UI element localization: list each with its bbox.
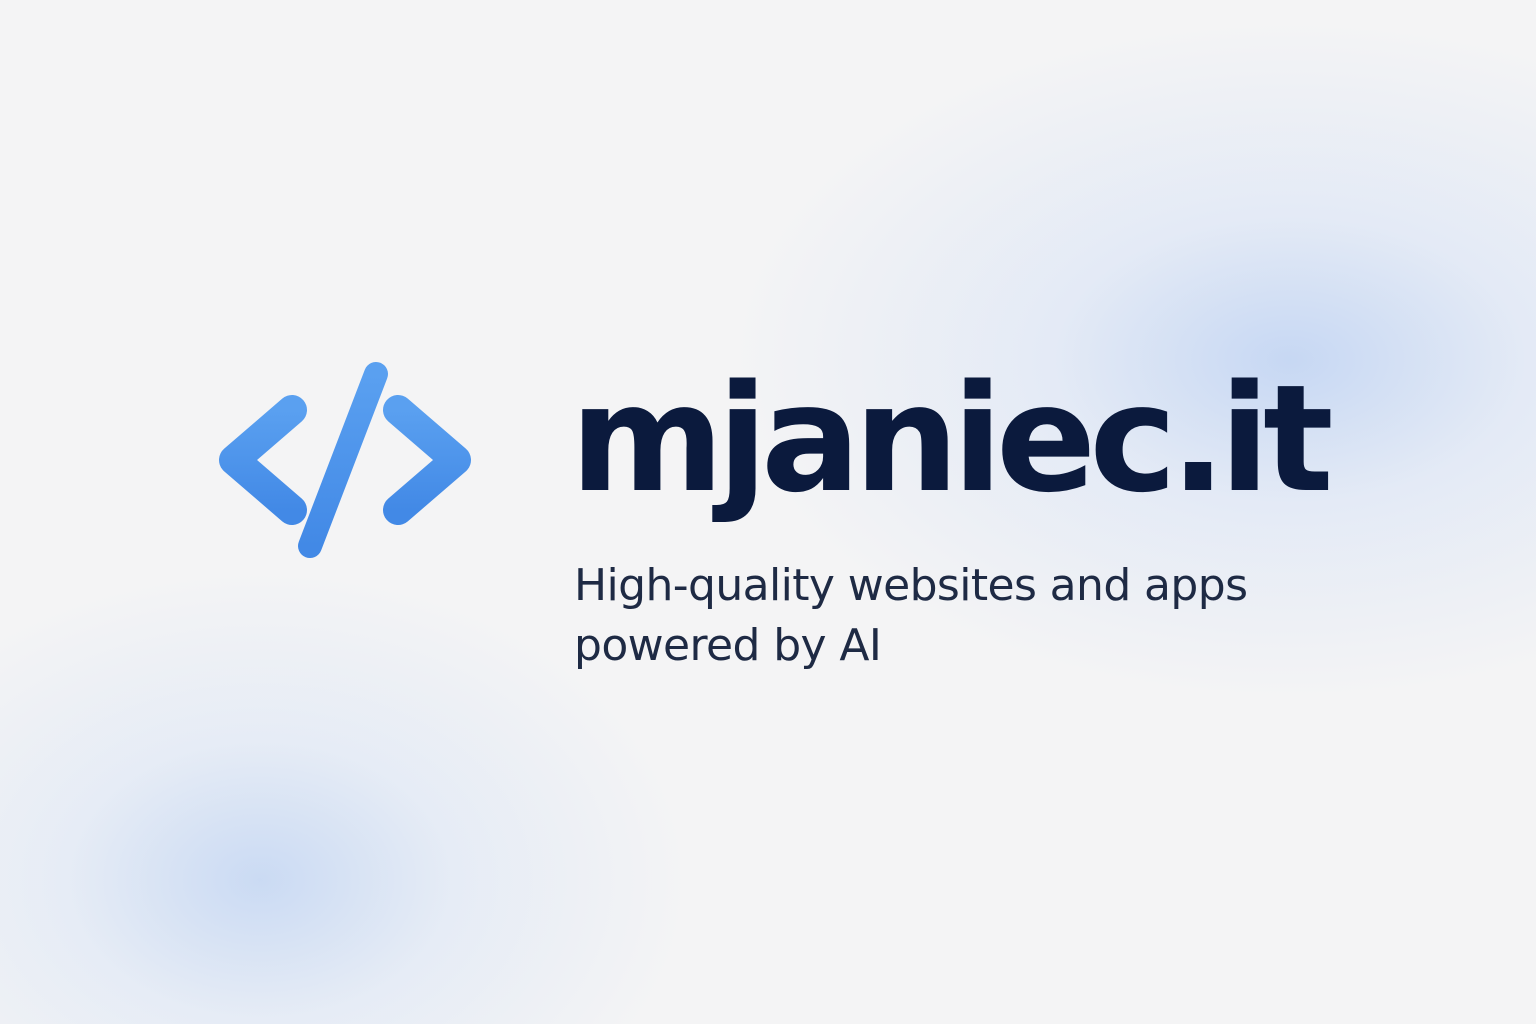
left-angle-bracket <box>219 395 307 525</box>
tagline: High-quality websites and apps powered b… <box>574 556 1374 676</box>
slash <box>298 362 388 558</box>
brand-name: mjaniec.it <box>570 353 1334 525</box>
right-angle-bracket <box>383 395 471 525</box>
code-brackets-icon <box>219 362 471 558</box>
tagline-line-2: powered by AI <box>574 620 882 671</box>
tagline-line-1: High-quality websites and apps <box>574 560 1248 611</box>
